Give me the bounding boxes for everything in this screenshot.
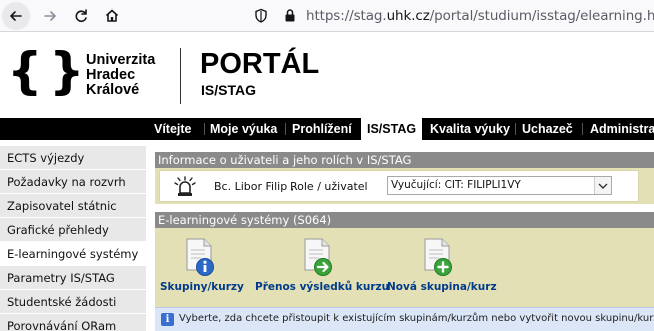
portal-subtitle: IS/STAG xyxy=(201,82,256,98)
topmenu-item-prohlizeni[interactable]: Prohlížení xyxy=(286,118,358,140)
document-plus-icon xyxy=(422,238,454,276)
topmenu-item-moje-vyuka[interactable]: Moje výuka xyxy=(204,118,283,140)
skupiny-kurzy-button[interactable]: Skupiny/kurzy xyxy=(160,238,244,293)
user-section-title: Informace o uživateli a jeho rolích v IS… xyxy=(155,152,654,168)
top-menu: Vítejte Moje výuka Prohlížení IS/STAG Kv… xyxy=(0,118,654,140)
sidebar-item-zapisovatel-statnic[interactable]: Zapisovatel státnic xyxy=(0,194,146,218)
nova-skupina-kurz-button[interactable]: Nová skupina/kurz xyxy=(387,238,497,293)
browser-toolbar: https://stag.uhk.cz/portal/studium/issta… xyxy=(0,0,654,32)
role-select[interactable]: Vyučující: CIT: FILIPLI1VY xyxy=(387,176,612,195)
sidebar-item-porovnavani-oram[interactable]: Porovnávání ORam xyxy=(0,314,146,331)
logo-brace-left: { xyxy=(7,42,43,100)
role-select-value: Vyučující: CIT: FILIPLI1VY xyxy=(391,179,521,191)
topmenu-item-kvalita-vyuky[interactable]: Kvalita výuky xyxy=(424,118,516,140)
user-info-panel: Bc. Libor Filip , Role / uživatel Vyučuj… xyxy=(155,168,654,204)
forward-button[interactable] xyxy=(36,3,64,29)
sidebar-item-ects-vyjezdy[interactable]: ECTS výjezdy xyxy=(0,146,146,170)
prenos-vysledku-kurzu-label: Přenos výsledků kurzu xyxy=(255,281,390,293)
elearning-section-title: E-learningové systémy (S064) xyxy=(155,212,654,228)
reload-button[interactable] xyxy=(67,3,95,29)
topmenu-item-administrace[interactable]: Administrace xyxy=(584,118,654,140)
user-info-inner: Bc. Libor Filip , Role / uživatel Vyučuj… xyxy=(159,170,639,202)
lock-icon[interactable] xyxy=(284,8,296,23)
info-icon: i xyxy=(161,313,174,326)
url-bar[interactable]: https://stag.uhk.cz/portal/studium/issta… xyxy=(246,3,654,29)
topmenu-item-isstag[interactable]: IS/STAG xyxy=(361,118,423,140)
user-name: Bc. Libor Filip , xyxy=(214,180,295,193)
home-button[interactable] xyxy=(98,3,126,29)
logo-brace-right: } xyxy=(49,42,85,100)
university-name[interactable]: Univerzita Hradec Králové xyxy=(86,53,155,98)
document-info-icon xyxy=(184,238,216,276)
topmenu-item-uchazec[interactable]: Uchazeč xyxy=(516,118,579,140)
shield-icon[interactable] xyxy=(254,8,268,24)
header-divider xyxy=(180,48,181,104)
document-arrow-icon xyxy=(302,238,334,276)
role-label: Role / uživatel xyxy=(290,180,368,193)
chevron-down-icon[interactable] xyxy=(594,177,611,194)
portal-title[interactable]: PORTÁL xyxy=(200,50,319,79)
back-button[interactable] xyxy=(2,2,30,30)
url-text[interactable]: https://stag.uhk.cz/portal/studium/issta… xyxy=(306,8,654,24)
topmenu-item-vitejte[interactable]: Vítejte xyxy=(148,118,198,140)
sidebar-item-parametry-isstag[interactable]: Parametry IS/STAG xyxy=(0,266,146,290)
reload-icon xyxy=(75,9,87,22)
alarm-icon[interactable] xyxy=(172,174,198,200)
info-message-bar: i Vyberte, zda chcete přistoupit k exist… xyxy=(155,307,654,331)
sidebar: ECTS výjezdy Požadavky na rozvrh Zapisov… xyxy=(0,146,146,331)
menu-separator xyxy=(582,123,583,135)
skupiny-kurzy-label: Skupiny/kurzy xyxy=(160,281,244,293)
back-arrow-icon xyxy=(10,11,22,21)
sidebar-item-pozadavky-na-rozvrh[interactable]: Požadavky na rozvrh xyxy=(0,170,146,194)
forward-arrow-icon xyxy=(44,11,56,21)
sidebar-item-e-learningove-systemy[interactable]: E-learningové systémy xyxy=(0,242,146,266)
home-icon xyxy=(105,9,119,22)
url-domain: uhk.cz xyxy=(386,8,430,24)
nova-skupina-kurz-label: Nová skupina/kurz xyxy=(387,281,497,293)
prenos-vysledku-kurzu-button[interactable]: Přenos výsledků kurzu xyxy=(255,238,390,293)
sidebar-item-graficke-prehledy[interactable]: Grafické přehledy xyxy=(0,218,146,242)
sidebar-item-studentske-zadosti[interactable]: Studentské žádosti xyxy=(0,290,146,314)
info-message: Vyberte, zda chcete přistoupit k existuj… xyxy=(179,313,654,324)
